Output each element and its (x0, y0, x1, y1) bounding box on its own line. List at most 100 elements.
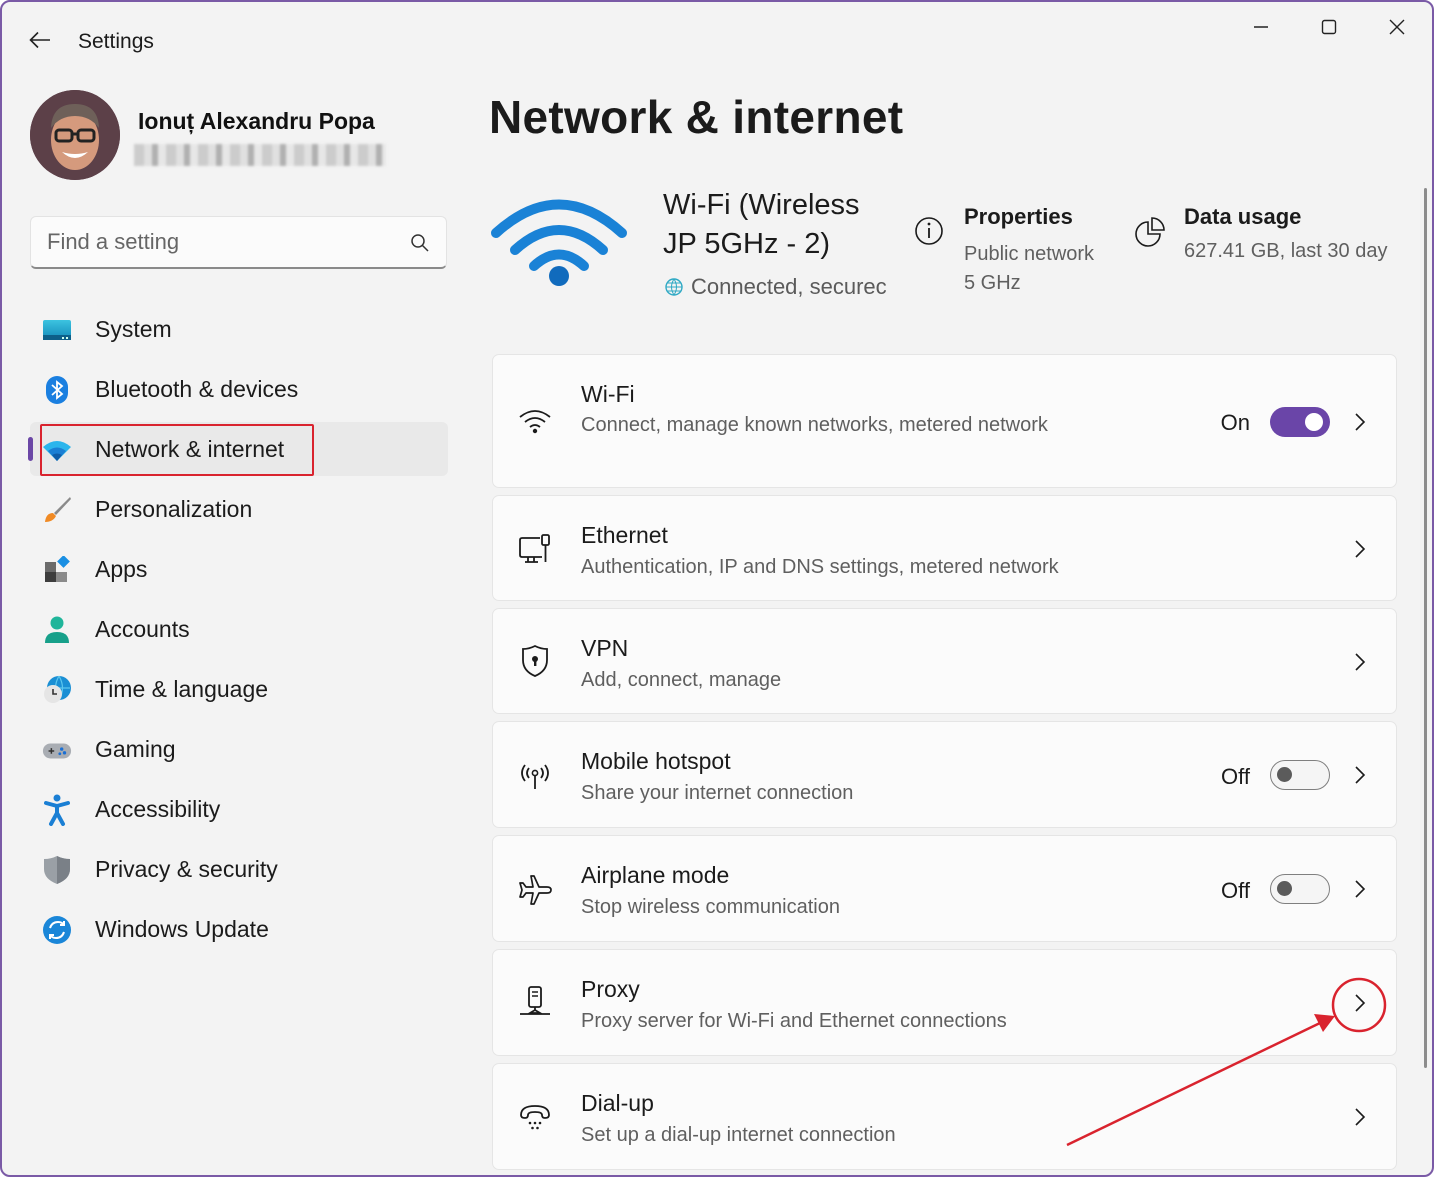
card-wifi[interactable]: Wi-Fi Connect, manage known networks, me… (492, 354, 1397, 488)
data-usage-value: 627.41 GB, last 30 day (1184, 240, 1388, 262)
search-box[interactable] (30, 216, 447, 269)
card-proxy[interactable]: Proxy Proxy server for Wi-Fi and Etherne… (492, 949, 1397, 1056)
sidebar-item-apps[interactable]: Apps (30, 542, 448, 596)
wifi-icon (42, 435, 72, 465)
card-title: Ethernet (581, 522, 668, 548)
card-subtitle: Add, connect, manage (581, 669, 782, 691)
info-icon (915, 217, 943, 245)
proxy-icon (517, 984, 553, 1020)
settings-window: Settings Ionuț Alexandru Popa Find a set… (0, 0, 1434, 1177)
sidebar-item-accessibility[interactable]: Accessibility (30, 782, 448, 836)
card-title: VPN (581, 635, 629, 661)
sidebar-item-bluetooth[interactable]: Bluetooth & devices (30, 362, 448, 416)
chevron-right-icon[interactable] (1350, 877, 1370, 901)
gamepad-icon (42, 735, 72, 765)
chevron-right-icon[interactable] (1350, 1105, 1370, 1129)
mobile-hotspot-toggle[interactable] (1270, 760, 1330, 790)
sidebar-item-label: Privacy & security (95, 855, 278, 882)
sidebar-item-network[interactable]: Network & internet (28, 422, 448, 476)
card-title: Proxy (581, 976, 640, 1002)
app-title: Settings (78, 30, 154, 53)
clock-globe-icon (42, 675, 72, 705)
minimize-button[interactable] (1238, 10, 1284, 44)
sidebar-item-label: Accounts (95, 615, 190, 642)
wifi-signal-icon (491, 199, 627, 286)
toggle-state-label: Off (1221, 878, 1250, 903)
card-dial-up[interactable]: Dial-up Set up a dial-up internet connec… (492, 1063, 1397, 1170)
card-subtitle: Stop wireless communication (581, 896, 840, 918)
sidebar-item-personalization[interactable]: Personalization (30, 482, 448, 536)
vpn-shield-icon (517, 643, 553, 679)
network-band: 5 GHz (964, 272, 1021, 294)
bluetooth-icon (42, 375, 72, 405)
avatar[interactable] (30, 90, 120, 180)
wifi-icon (517, 403, 553, 439)
network-name: Wi-Fi (Wireless JP 5GHz - 2) (663, 189, 860, 260)
sidebar-item-privacy-security[interactable]: Privacy & security (30, 842, 448, 896)
search-input[interactable] (31, 217, 446, 267)
ethernet-icon (517, 531, 553, 567)
sidebar-item-label: Accessibility (95, 795, 221, 822)
network-status-header: Wi-Fi (Wireless JP 5GHz - 2) Connected, … (488, 182, 1388, 312)
active-indicator (28, 437, 33, 461)
accessibility-icon (42, 794, 72, 826)
sidebar-item-label: Time & language (95, 675, 269, 702)
sidebar-item-accounts[interactable]: Accounts (30, 602, 448, 656)
user-name: Ionuț Alexandru Popa (138, 108, 375, 134)
toggle-knob (1305, 413, 1323, 431)
maximize-button[interactable] (1306, 10, 1352, 44)
apps-icon (42, 555, 72, 585)
sidebar-item-gaming[interactable]: Gaming (30, 722, 448, 776)
chevron-right-icon[interactable] (1350, 410, 1370, 434)
user-photo-icon (30, 90, 120, 180)
card-title: Dial-up (581, 1090, 654, 1116)
back-button[interactable] (24, 24, 56, 56)
chevron-right-icon[interactable] (1350, 650, 1370, 674)
chevron-right-icon[interactable] (1350, 537, 1370, 561)
back-arrow-icon (29, 31, 50, 49)
pie-chart-icon (1135, 217, 1165, 247)
card-mobile-hotspot[interactable]: Mobile hotspot Share your internet conne… (492, 721, 1397, 828)
card-subtitle: Proxy server for Wi-Fi and Ethernet conn… (581, 1010, 1007, 1032)
sidebar-item-label: System (95, 315, 172, 342)
update-icon (42, 915, 72, 945)
toggle-knob (1277, 881, 1292, 896)
toggle-knob (1277, 767, 1292, 782)
search-icon[interactable] (410, 233, 430, 253)
card-vpn[interactable]: VPN Add, connect, manage (492, 608, 1397, 714)
close-icon (1389, 19, 1405, 35)
account-icon (42, 615, 72, 645)
data-usage-title[interactable]: Data usage (1184, 204, 1301, 230)
sidebar-item-label: Bluetooth & devices (95, 375, 299, 402)
card-title: Airplane mode (581, 862, 730, 888)
toggle-state-label: On (1220, 410, 1250, 435)
proxy-chevron-right-icon[interactable] (1350, 991, 1370, 1015)
card-title: Mobile hotspot (581, 748, 731, 774)
airplane-icon (517, 872, 553, 908)
wifi-toggle[interactable] (1270, 407, 1330, 437)
airplane-mode-toggle[interactable] (1270, 874, 1330, 904)
properties-details: Public network 5 GHz (964, 240, 1094, 298)
close-button[interactable] (1374, 10, 1420, 44)
card-subtitle: Connect, manage known networks, metered … (581, 414, 1048, 436)
sidebar-item-system[interactable]: System (30, 302, 448, 356)
card-subtitle: Share your internet connection (581, 782, 854, 804)
network-profile: Public network (964, 243, 1095, 265)
minimize-icon (1254, 26, 1268, 28)
page-title: Network & internet (489, 91, 904, 143)
title-bar: Settings (2, 2, 1432, 82)
sidebar-item-time-language[interactable]: Time & language (30, 662, 448, 716)
toggle-state-label: Off (1221, 764, 1250, 789)
card-airplane-mode[interactable]: Airplane mode Stop wireless communicatio… (492, 835, 1397, 942)
vertical-scrollbar[interactable] (1424, 188, 1427, 1068)
properties-title[interactable]: Properties (964, 204, 1073, 230)
sidebar-item-label: Apps (95, 555, 148, 582)
card-ethernet[interactable]: Ethernet Authentication, IP and DNS sett… (492, 495, 1397, 601)
sidebar-item-windows-update[interactable]: Windows Update (30, 902, 448, 956)
card-subtitle: Set up a dial-up internet connection (581, 1124, 896, 1146)
sidebar-nav: System Bluetooth & devices Network & int… (28, 302, 448, 962)
paintbrush-icon (42, 495, 72, 525)
sidebar-item-label: Gaming (95, 735, 176, 762)
chevron-right-icon[interactable] (1350, 763, 1370, 787)
sidebar-item-label: Network & internet (95, 435, 285, 462)
